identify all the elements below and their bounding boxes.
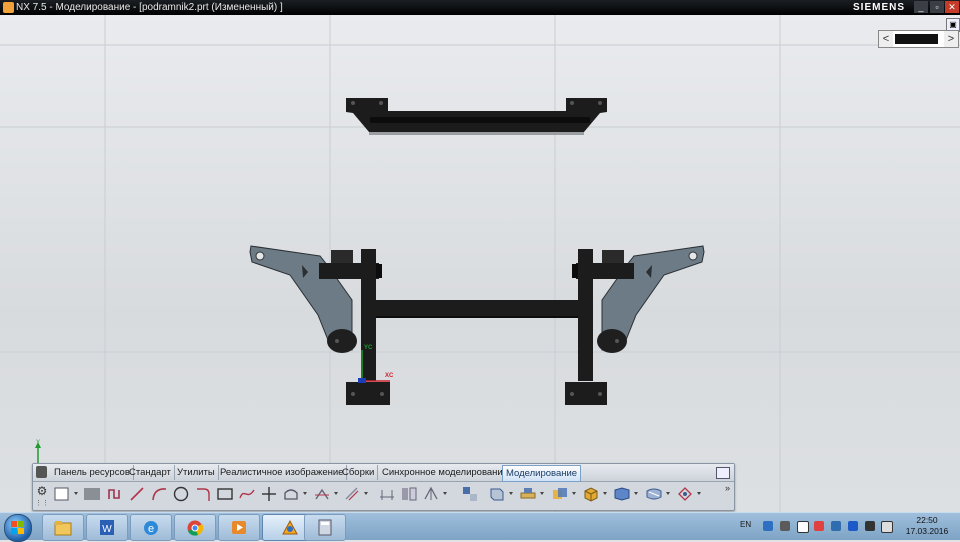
trim-icon[interactable]	[313, 485, 331, 503]
nav-left-arrow[interactable]: <	[879, 31, 893, 47]
nav-slider[interactable]	[895, 34, 938, 44]
windows-logo-icon	[11, 521, 24, 534]
windows-taskbar: W e EN 22:50 17.03.2016	[0, 512, 960, 542]
window-title: NX 7.5 - Моделирование - [podramnik2.prt…	[16, 2, 283, 13]
chevron-down-icon[interactable]	[603, 492, 607, 495]
snowflake-icon[interactable]	[848, 521, 858, 531]
svg-text:e: e	[148, 523, 154, 535]
settings-gear-icon[interactable]: ⚙	[35, 484, 49, 498]
extrude-shape-icon[interactable]	[282, 485, 300, 503]
sheet-icon[interactable]	[53, 485, 71, 503]
rectangle-icon[interactable]	[216, 485, 234, 503]
chevron-down-icon[interactable]	[443, 492, 447, 495]
nx-app-icon[interactable]	[3, 2, 14, 13]
profile-icon[interactable]	[106, 485, 124, 503]
restore-button[interactable]: ▫	[930, 1, 944, 13]
analysis-icon[interactable]	[676, 485, 694, 503]
arc-icon[interactable]	[150, 485, 168, 503]
word-icon[interactable]: W	[86, 514, 128, 541]
chevron-down-icon[interactable]	[509, 492, 513, 495]
unite-icon[interactable]	[551, 485, 569, 503]
sheet-metal-icon[interactable]	[519, 485, 537, 503]
language-indicator[interactable]: EN	[740, 520, 751, 529]
chevron-down-icon[interactable]	[634, 492, 638, 495]
mirror-icon[interactable]	[400, 485, 418, 503]
tab-modeling[interactable]: Моделирование	[502, 465, 582, 482]
clock-time: 22:50	[916, 515, 938, 525]
chevron-down-icon[interactable]	[697, 492, 701, 495]
box-icon[interactable]	[582, 485, 600, 503]
fillet-icon[interactable]	[194, 485, 212, 503]
toolbar-menu-icon[interactable]	[716, 467, 730, 479]
siemens-logo: SIEMENS	[853, 2, 906, 13]
line-icon[interactable]	[128, 485, 146, 503]
minimize-button[interactable]: _	[914, 1, 928, 13]
calculator-icon[interactable]	[304, 514, 346, 541]
surface-icon[interactable]	[613, 485, 631, 503]
xc-axis-label: XC	[385, 373, 394, 379]
bluetooth-icon[interactable]	[763, 521, 773, 531]
spline-icon[interactable]	[238, 485, 256, 503]
chevron-down-icon[interactable]	[334, 492, 338, 495]
toolbar-grip-icon[interactable]	[36, 466, 47, 478]
assembly-icon[interactable]	[461, 485, 479, 503]
tab-standard[interactable]: Стандарт	[126, 465, 175, 480]
start-button[interactable]	[4, 514, 32, 542]
pattern-icon[interactable]	[422, 485, 440, 503]
chevron-down-icon[interactable]	[540, 492, 544, 495]
chevron-down-icon[interactable]	[572, 492, 576, 495]
view-nav-bar[interactable]: < >	[878, 30, 959, 48]
chevron-down-icon[interactable]	[364, 492, 368, 495]
circle-icon[interactable]	[172, 485, 190, 503]
explorer-icon[interactable]	[42, 514, 84, 541]
modeling-toolbar: Панель ресурсов Стандарт Утилиты Реалист…	[32, 463, 735, 511]
toolbar-grip: ⋮⋮	[35, 500, 49, 507]
yc-axis-label: YC	[364, 345, 373, 351]
offset-icon[interactable]	[343, 485, 361, 503]
flag-icon[interactable]	[814, 521, 824, 531]
windows-tray-icon[interactable]	[797, 521, 809, 533]
tab-realistic-view[interactable]: Реалистичное изображение	[217, 465, 348, 480]
toolbar-tabs: Панель ресурсов Стандарт Утилиты Реалист…	[33, 464, 734, 482]
datum-plane-icon[interactable]	[488, 485, 506, 503]
chevron-down-icon[interactable]	[303, 492, 307, 495]
tray-app-icon[interactable]	[780, 521, 790, 531]
ie-icon[interactable]: e	[130, 514, 172, 541]
dimension-icon[interactable]	[378, 485, 396, 503]
overflow-chevron-icon[interactable]: »	[725, 483, 730, 493]
subframe-model[interactable]	[0, 15, 960, 512]
close-button[interactable]: ✕	[945, 1, 959, 13]
title-bar: NX 7.5 - Моделирование - [podramnik2.prt…	[0, 0, 960, 15]
chrome-icon[interactable]	[174, 514, 216, 541]
point-icon[interactable]	[260, 485, 278, 503]
volume-icon[interactable]	[881, 521, 893, 533]
media-icon[interactable]	[218, 514, 260, 541]
tab-utilities[interactable]: Утилиты	[174, 465, 219, 480]
measure-icon[interactable]	[645, 485, 663, 503]
tab-resource-bar[interactable]: Панель ресурсов	[51, 465, 134, 480]
network-icon[interactable]	[831, 521, 841, 531]
clock-date: 17.03.2016	[905, 526, 949, 536]
tab-assemblies[interactable]: Сборки	[339, 465, 379, 480]
chevron-down-icon[interactable]	[666, 492, 670, 495]
svg-text:W: W	[102, 524, 112, 535]
corner-y-label: Y	[36, 440, 41, 446]
signal-icon[interactable]	[865, 521, 875, 531]
nav-right-arrow[interactable]: >	[944, 31, 958, 47]
chevron-down-icon[interactable]	[74, 492, 78, 495]
fill-icon[interactable]	[83, 485, 101, 503]
graphics-window[interactable]: YC XC Y ▣ < >	[0, 15, 960, 512]
system-clock[interactable]: 22:50 17.03.2016	[898, 515, 956, 537]
tab-sync-modeling[interactable]: Синхронное моделирование	[379, 465, 513, 480]
